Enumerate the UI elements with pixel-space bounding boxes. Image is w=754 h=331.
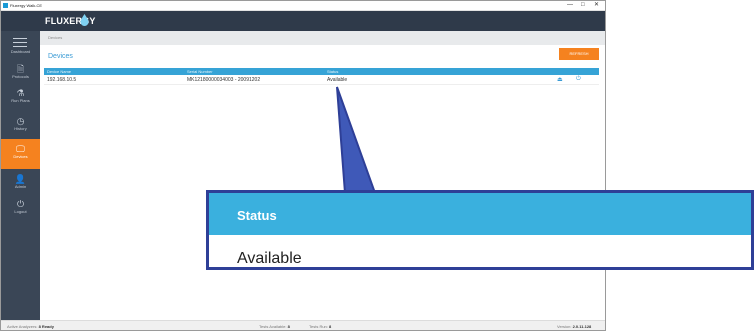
callout-header: Status: [209, 193, 751, 235]
zoom-callout: Status Available: [206, 190, 754, 270]
callout-pointer: [336, 86, 377, 194]
callout-status-value: Available: [237, 250, 302, 267]
callout-header-label: Status: [237, 208, 277, 223]
